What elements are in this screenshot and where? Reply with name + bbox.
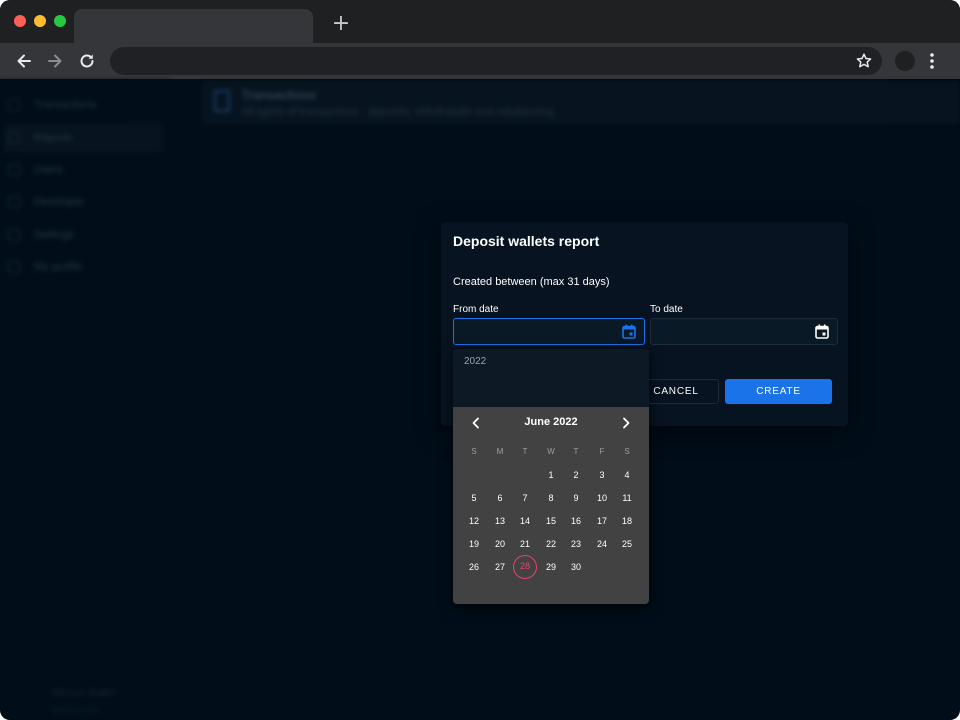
calendar-day[interactable]: 14 <box>513 509 537 533</box>
profile-icon <box>8 261 20 273</box>
weekday-label: T <box>522 447 528 456</box>
address-bar[interactable] <box>110 47 882 75</box>
weekday-label: M <box>496 447 504 456</box>
minimize-window-button[interactable] <box>34 15 46 27</box>
sidebar-item-developer[interactable]: Developer <box>4 187 162 217</box>
calendar-day[interactable]: 20 <box>488 532 512 556</box>
dialog-title: Deposit wallets report <box>453 233 600 249</box>
calendar-day[interactable]: 8 <box>539 486 563 510</box>
reports-icon <box>8 132 20 144</box>
calendar-day[interactable]: 11 <box>615 486 639 510</box>
close-window-button[interactable] <box>14 15 26 27</box>
calendar-day[interactable]: 10 <box>590 486 614 510</box>
maximize-window-button[interactable] <box>54 15 66 27</box>
calendar-day[interactable]: 30 <box>564 555 588 579</box>
calendar-day-today[interactable]: 28 <box>513 555 537 579</box>
document-icon <box>214 90 230 112</box>
profile-avatar[interactable] <box>895 51 915 71</box>
calendar-day[interactable]: 12 <box>462 509 486 533</box>
browser-tab[interactable] <box>74 9 313 43</box>
date-picker-header: 2022 <box>453 349 649 407</box>
calendar-day[interactable]: 19 <box>462 532 486 556</box>
sidebar-item-transactions[interactable]: Transactions <box>4 90 162 120</box>
date-picker-popup: 2022 June 2022 S M T W T F S 1 2 3 4 5 6 7 8 9 10… <box>453 349 649 604</box>
calendar-day[interactable]: 4 <box>615 463 639 487</box>
sidebar-item-label: Settings <box>34 229 74 241</box>
page-title: Transactions <box>242 88 317 102</box>
sidebar-item-label: Transactions <box>34 99 97 111</box>
calendar-day[interactable]: 23 <box>564 532 588 556</box>
calendar-icon[interactable] <box>622 324 636 339</box>
weekday-label: S <box>624 447 630 456</box>
calendar-day[interactable]: 21 <box>513 532 537 556</box>
calendar-day[interactable]: 1 <box>539 463 563 487</box>
browser-toolbar <box>0 43 960 79</box>
sidebar-item-label: My profile <box>34 261 82 273</box>
to-date-label: To date <box>650 304 683 315</box>
weekday-label: S <box>471 447 477 456</box>
page-header: Transactions All types of transactions -… <box>202 82 960 124</box>
browser-window: + Transactions Reports Users Developer S… <box>0 0 960 720</box>
users-icon <box>8 164 20 176</box>
weekday-label: F <box>599 447 605 456</box>
bookmark-star-icon[interactable] <box>854 51 874 71</box>
sidebar: Transactions Reports Users Developer Set… <box>0 79 170 720</box>
calendar-day[interactable]: 26 <box>462 555 486 579</box>
calendar-day[interactable]: 18 <box>615 509 639 533</box>
code-icon <box>8 196 20 208</box>
sidebar-item-label: Users <box>34 164 63 176</box>
calendar-day[interactable]: 7 <box>513 486 537 510</box>
weekday-label: T <box>573 447 579 456</box>
from-date-label: From date <box>453 304 499 315</box>
sidebar-item-settings[interactable]: Settings <box>4 220 162 250</box>
date-picker-year[interactable]: 2022 <box>464 356 486 367</box>
calendar-day[interactable]: 3 <box>590 463 614 487</box>
calendar-day[interactable]: 2 <box>564 463 588 487</box>
sidebar-item-reports[interactable]: Reports <box>4 123 162 153</box>
forward-arrow-icon[interactable] <box>45 51 65 71</box>
more-vert-icon[interactable] <box>924 51 940 71</box>
sidebar-footer-sub: bitnovo.com <box>52 705 101 715</box>
calendar-icon[interactable] <box>815 324 829 339</box>
calendar-day[interactable]: 5 <box>462 486 486 510</box>
back-arrow-icon[interactable] <box>14 51 34 71</box>
sidebar-item-label: Reports <box>34 132 73 144</box>
calendar-day[interactable]: 6 <box>488 486 512 510</box>
transactions-icon <box>8 99 20 111</box>
settings-icon <box>8 229 20 241</box>
dialog-subtitle: Created between (max 31 days) <box>453 276 610 288</box>
sidebar-item-my-profile[interactable]: My profile <box>4 252 162 282</box>
calendar-day[interactable]: 22 <box>539 532 563 556</box>
sidebar-footer-name: Bitnovo Wallet <box>52 688 116 699</box>
sidebar-item-label: Developer <box>34 196 85 208</box>
calendar-day[interactable]: 17 <box>590 509 614 533</box>
page-subtitle: All types of transactions - deposits, wi… <box>242 106 554 118</box>
calendar-day[interactable]: 24 <box>590 532 614 556</box>
weekday-label: W <box>547 447 555 456</box>
create-button[interactable]: CREATE <box>725 379 832 404</box>
reload-icon[interactable] <box>77 51 97 71</box>
next-month-chevron-icon[interactable] <box>618 415 634 431</box>
to-date-input[interactable] <box>650 318 838 345</box>
calendar-day[interactable]: 15 <box>539 509 563 533</box>
new-tab-button[interactable]: + <box>329 12 353 36</box>
calendar-day[interactable]: 13 <box>488 509 512 533</box>
calendar-day[interactable]: 27 <box>488 555 512 579</box>
browser-titlebar: + <box>0 0 960 43</box>
sidebar-item-users[interactable]: Users <box>4 155 162 185</box>
from-date-input[interactable] <box>453 318 645 345</box>
calendar-day[interactable]: 25 <box>615 532 639 556</box>
calendar-day[interactable]: 16 <box>564 509 588 533</box>
calendar-day[interactable]: 9 <box>564 486 588 510</box>
calendar-day[interactable]: 29 <box>539 555 563 579</box>
